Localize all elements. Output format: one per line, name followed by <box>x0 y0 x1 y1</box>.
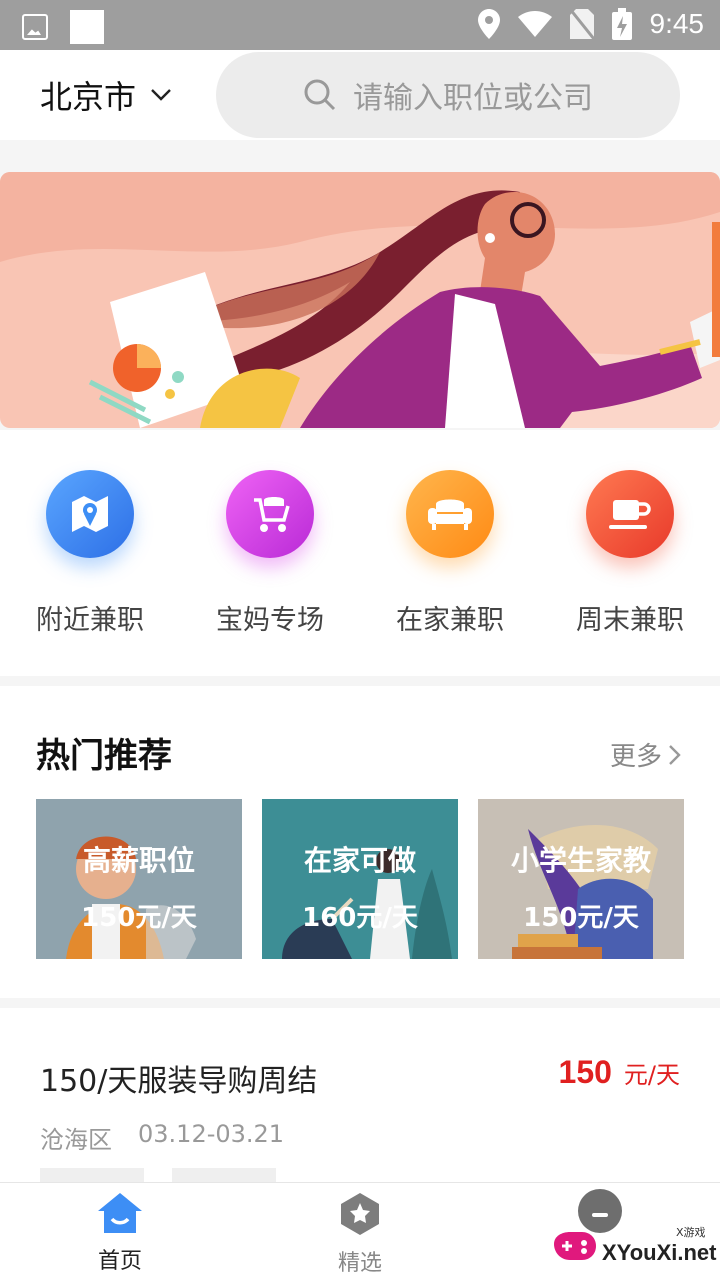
card-illustration <box>262 799 458 959</box>
card-title: 在家可做 <box>303 844 416 877</box>
card-title: 高薪职位 <box>82 844 195 877</box>
city-label: 北京市 <box>40 78 137 116</box>
watermark-text: XYouXi.net <box>602 1240 717 1265</box>
job-title: 150/天服装导购周结 <box>40 1064 318 1099</box>
card-illustration <box>478 799 684 959</box>
search-placeholder: 请输入职位或公司 <box>353 81 593 116</box>
home-icon <box>98 1193 142 1233</box>
tab-home[interactable]: 首页 <box>60 1191 180 1275</box>
location-icon <box>477 9 500 39</box>
watermark-small: X游戏 <box>676 1226 706 1239</box>
status-bar: 9:45 <box>0 0 720 50</box>
wifi-icon <box>517 11 552 37</box>
section-title: 热门推荐 <box>36 736 172 776</box>
more-link[interactable]: 更多 <box>610 736 682 773</box>
no-sim-icon <box>569 9 594 39</box>
job-tag <box>40 1168 144 1183</box>
job-district: 沧海区 <box>40 1126 112 1154</box>
battery-charging-icon <box>611 8 632 40</box>
tab-label: 首页 <box>97 1249 142 1274</box>
watermark-logo: XYouXi.net X游戏 <box>548 1222 718 1278</box>
hot-card-work-from-home[interactable]: 在家可做 160元/天 <box>262 799 458 959</box>
chevron-down-icon <box>151 89 171 101</box>
tab-label: 精选 <box>337 1251 382 1276</box>
card-price: 150元/天 <box>523 903 639 933</box>
category-weekend[interactable]: 周末兼职 <box>540 470 720 637</box>
category-nearby[interactable]: 附近兼职 <box>0 470 180 637</box>
coffee-icon <box>586 470 674 558</box>
card-title: 小学生家教 <box>510 844 651 877</box>
hot-card-tutor[interactable]: 小学生家教 150元/天 <box>478 799 684 959</box>
star-badge-icon <box>341 1193 379 1235</box>
job-meta: 沧海区 03.12-03.21 <box>40 1120 284 1155</box>
category-label: 周末兼职 <box>576 605 684 636</box>
job-dates: 03.12-03.21 <box>138 1120 285 1148</box>
more-label: 更多 <box>609 742 662 772</box>
notification-icon <box>70 10 104 44</box>
sofa-icon <box>406 470 494 558</box>
category-grid: 附近兼职 宝妈专场 在家兼职 周末兼职 <box>0 430 720 676</box>
job-pay: 150 元/天 <box>559 1054 680 1091</box>
search-icon <box>304 79 336 111</box>
category-label: 附近兼职 <box>36 605 144 636</box>
promo-banner[interactable] <box>0 172 720 428</box>
stroller-icon <box>226 470 314 558</box>
pay-unit: 元/天 <box>623 1061 680 1089</box>
job-tag <box>172 1168 276 1183</box>
card-price: 150元/天 <box>81 903 197 933</box>
category-mom[interactable]: 宝妈专场 <box>180 470 360 637</box>
map-icon <box>46 470 134 558</box>
image-notification-icon <box>22 14 48 40</box>
category-label: 宝妈专场 <box>216 605 324 636</box>
hot-card-high-salary[interactable]: 高薪职位 150元/天 <box>36 799 242 959</box>
hot-section: 热门推荐 更多 高薪职位 150元/天 在家可做 160元/天 小学生家教 15… <box>0 686 720 998</box>
category-home[interactable]: 在家兼职 <box>360 470 540 637</box>
tab-featured[interactable]: 精选 <box>300 1191 420 1277</box>
city-selector[interactable]: 北京市 <box>40 72 172 118</box>
job-list-item[interactable]: 150/天服装导购周结 150 元/天 沧海区 03.12-03.21 <box>0 1008 720 1183</box>
pay-amount: 150 <box>558 1054 612 1090</box>
clock: 9:45 <box>649 8 705 39</box>
banner-illustration <box>0 172 720 428</box>
category-label: 在家兼职 <box>396 605 504 636</box>
card-illustration <box>36 799 242 959</box>
chevron-right-icon <box>669 744 681 765</box>
search-bar[interactable]: 请输入职位或公司 <box>216 52 680 138</box>
top-header: 北京市 请输入职位或公司 <box>0 50 720 140</box>
card-price: 160元/天 <box>302 903 418 933</box>
